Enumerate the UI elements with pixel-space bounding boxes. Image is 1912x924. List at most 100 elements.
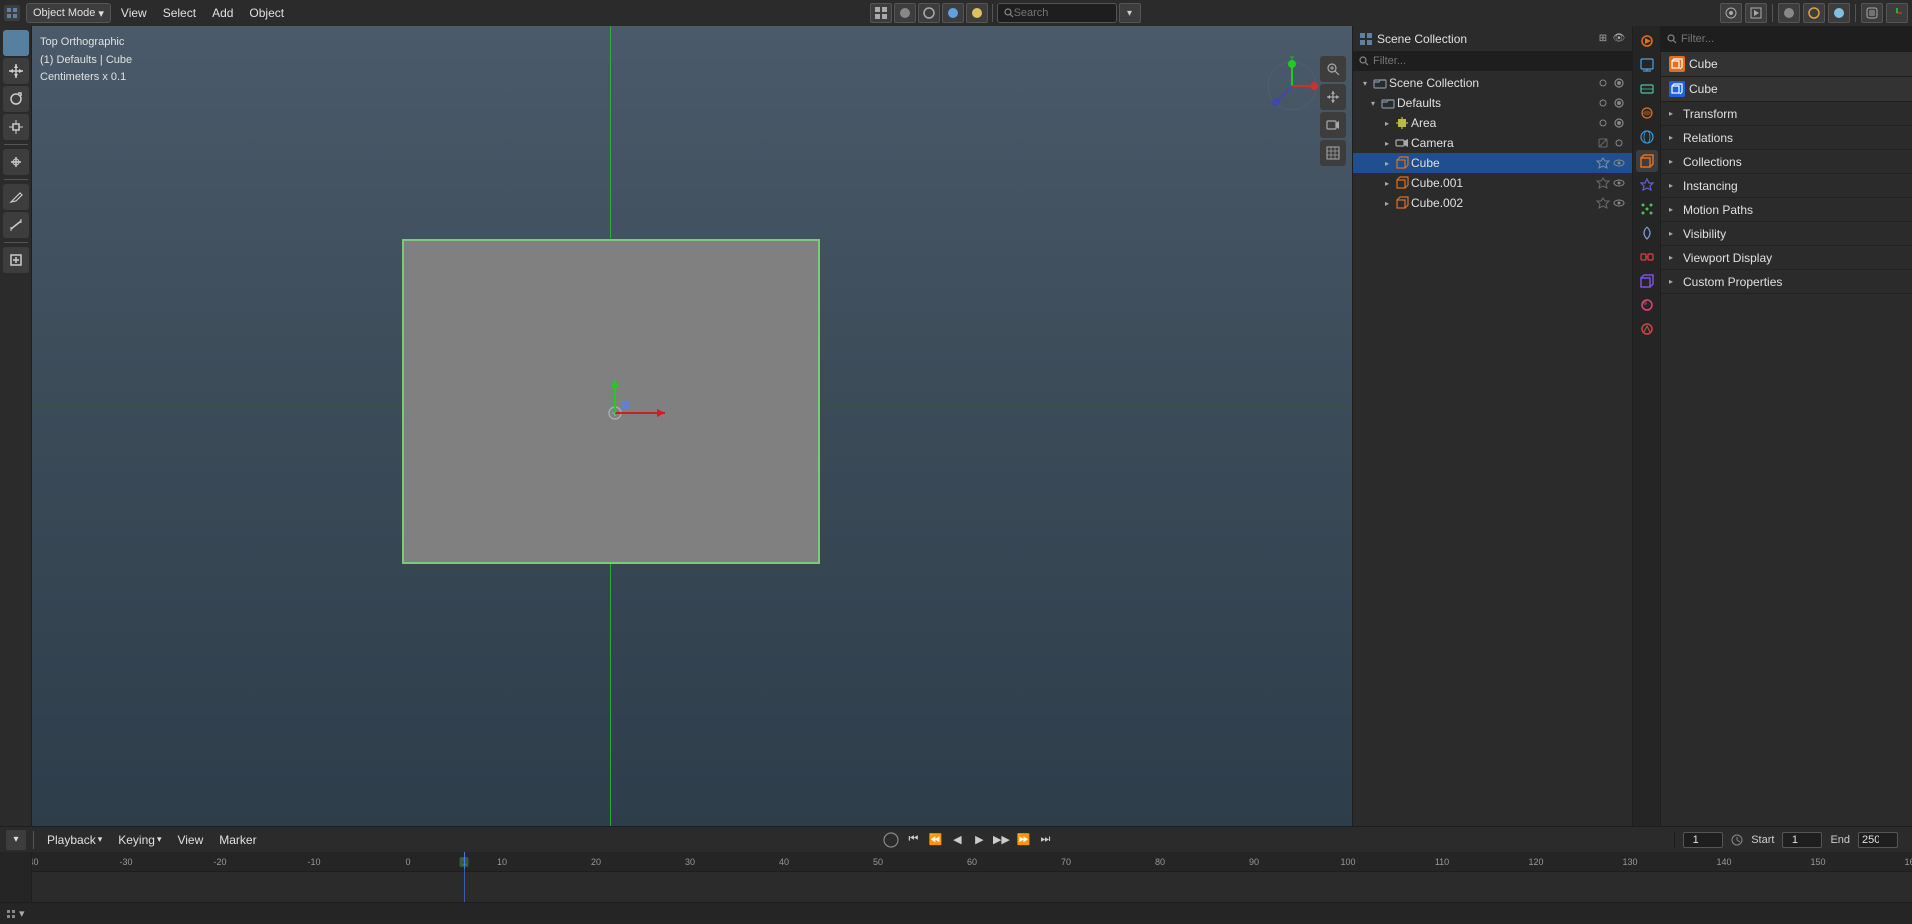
menu-add[interactable]: Add: [206, 3, 239, 23]
play-btn-circle[interactable]: [881, 830, 901, 850]
tree-scene-collection[interactable]: ▾ Scene Collection: [1353, 73, 1632, 93]
overlay-btn[interactable]: [1861, 3, 1883, 23]
prop-tab-particles[interactable]: [1636, 198, 1658, 220]
outliner-search-input[interactable]: [1373, 55, 1626, 67]
tree-camera[interactable]: ▸ Camera: [1353, 133, 1632, 153]
prop-tab-world[interactable]: [1636, 126, 1658, 148]
area-render[interactable]: [1612, 116, 1626, 130]
prop-tab-scene[interactable]: [1636, 102, 1658, 124]
prop-tab-output[interactable]: [1636, 54, 1658, 76]
scene-collection-vis[interactable]: [1596, 76, 1610, 90]
section-instancing[interactable]: ▸ Instancing: [1661, 174, 1912, 198]
timeline-track[interactable]: -40 -30 -20 -10 0 1 10 20 30 40 50 60 70…: [32, 852, 1912, 902]
section-transform[interactable]: ▸ Transform: [1661, 102, 1912, 126]
playback-menu-btn[interactable]: Playback ▾: [41, 831, 108, 849]
section-relations[interactable]: ▸ Relations: [1661, 126, 1912, 150]
prop-tab-constraints[interactable]: [1636, 246, 1658, 268]
end-frame-input[interactable]: [1858, 832, 1898, 848]
prop-tab-data[interactable]: [1636, 270, 1658, 292]
play-btn[interactable]: ▶: [969, 830, 989, 850]
prop-tab-viewlayer[interactable]: [1636, 78, 1658, 100]
prop-tab-object[interactable]: [1636, 150, 1658, 172]
outliner-vis-btn[interactable]: 👁: [1612, 32, 1626, 46]
start-frame-input[interactable]: [1782, 832, 1822, 848]
defaults-vis[interactable]: [1596, 96, 1610, 110]
viewport-zoom-btn[interactable]: [1320, 56, 1346, 82]
tool-rotate[interactable]: [3, 86, 29, 112]
menu-select[interactable]: Select: [157, 3, 202, 23]
section-viewport-display[interactable]: ▸ Viewport Display: [1661, 246, 1912, 270]
viewport-shading-rendered[interactable]: [966, 3, 988, 23]
viewport-shading-wire[interactable]: [918, 3, 940, 23]
shading-wire-btn[interactable]: [1803, 3, 1825, 23]
timeline-editor-type-btn[interactable]: ▾: [6, 830, 26, 850]
viewport-shading-solid[interactable]: [894, 3, 916, 23]
scene-collection-render[interactable]: [1612, 76, 1626, 90]
cube-eye-btn[interactable]: [1612, 156, 1626, 170]
render-btn[interactable]: [1745, 3, 1767, 23]
gizmo-btn[interactable]: [1886, 3, 1908, 23]
collections-label: Collections: [1683, 155, 1742, 169]
menu-view[interactable]: View: [115, 3, 153, 23]
workspace-selector[interactable]: ▾: [6, 907, 25, 920]
viewport-shading-material[interactable]: [942, 3, 964, 23]
editor-type-btn[interactable]: [870, 3, 892, 23]
current-frame-input[interactable]: [1683, 832, 1723, 848]
shading-solid-btn[interactable]: [1778, 3, 1800, 23]
area-vis[interactable]: [1596, 116, 1610, 130]
tool-add-cube[interactable]: [3, 247, 29, 273]
section-collections[interactable]: ▸ Collections: [1661, 150, 1912, 174]
tree-cube001[interactable]: ▸ Cube.001: [1353, 173, 1632, 193]
section-visibility[interactable]: ▸ Visibility: [1661, 222, 1912, 246]
view-layer-btn[interactable]: [1720, 3, 1742, 23]
prev-frame-btn[interactable]: ◀: [947, 830, 967, 850]
prop-tab-material[interactable]: [1636, 294, 1658, 316]
tree-defaults[interactable]: ▾ Defaults: [1353, 93, 1632, 113]
tool-move[interactable]: [3, 58, 29, 84]
tree-cube[interactable]: ▸ Cube: [1353, 153, 1632, 173]
ruler-tick-6: 20: [591, 857, 601, 867]
transform-gizmo[interactable]: [597, 371, 687, 461]
marker-menu-btn[interactable]: Marker: [213, 831, 262, 849]
object-mode-button[interactable]: Object Mode ▾: [26, 3, 111, 23]
tree-area[interactable]: ▸ Area: [1353, 113, 1632, 133]
tool-scale[interactable]: [3, 114, 29, 140]
viewport-search[interactable]: [997, 3, 1117, 23]
defaults-render[interactable]: [1612, 96, 1626, 110]
tool-transform[interactable]: [3, 149, 29, 175]
outliner-filter-btn[interactable]: ⊞: [1596, 32, 1610, 46]
section-custom-properties[interactable]: ▸ Custom Properties: [1661, 270, 1912, 294]
keying-menu-btn[interactable]: Keying ▾: [112, 831, 167, 849]
viewport-camera-btn[interactable]: [1320, 112, 1346, 138]
next-frame-btn[interactable]: ▶▶: [991, 830, 1011, 850]
ruler-tick-16: 120: [1528, 857, 1543, 867]
menu-object[interactable]: Object: [243, 3, 290, 23]
tree-cube002[interactable]: ▸ Cube.002: [1353, 193, 1632, 213]
tool-annotate[interactable]: [3, 184, 29, 210]
section-motion-paths[interactable]: ▸ Motion Paths: [1661, 198, 1912, 222]
jump-start-btn[interactable]: ⏮: [903, 830, 923, 850]
cube001-vis[interactable]: [1612, 176, 1626, 190]
camera-vis[interactable]: [1612, 136, 1626, 150]
viewport-search-input[interactable]: [1014, 7, 1104, 19]
shading-color-btn[interactable]: [1828, 3, 1850, 23]
prev-keyframe-btn[interactable]: ⏪: [925, 830, 945, 850]
fps-btn[interactable]: [1731, 834, 1743, 846]
prop-tab-shader[interactable]: [1636, 318, 1658, 340]
prop-tab-render[interactable]: [1636, 30, 1658, 52]
properties-sidebar: [1633, 26, 1661, 826]
viewport-pan-btn[interactable]: [1320, 84, 1346, 110]
viewport-3d[interactable]: Top Orthographic (1) Defaults | Cube Cen…: [32, 26, 1352, 826]
cube002-vis[interactable]: [1612, 196, 1626, 210]
tool-cursor[interactable]: [3, 30, 29, 56]
prop-tab-modifier[interactable]: [1636, 174, 1658, 196]
snap-btn[interactable]: ▾: [1119, 3, 1141, 23]
tool-measure[interactable]: [3, 212, 29, 238]
orientation-gizmo[interactable]: Y: [1262, 56, 1322, 116]
props-search-input[interactable]: [1681, 33, 1906, 45]
prop-tab-physics[interactable]: [1636, 222, 1658, 244]
jump-end-btn[interactable]: ⏭: [1035, 830, 1055, 850]
viewport-grid-btn[interactable]: [1320, 140, 1346, 166]
view-menu-btn[interactable]: View: [171, 831, 209, 849]
next-keyframe-btn[interactable]: ⏩: [1013, 830, 1033, 850]
